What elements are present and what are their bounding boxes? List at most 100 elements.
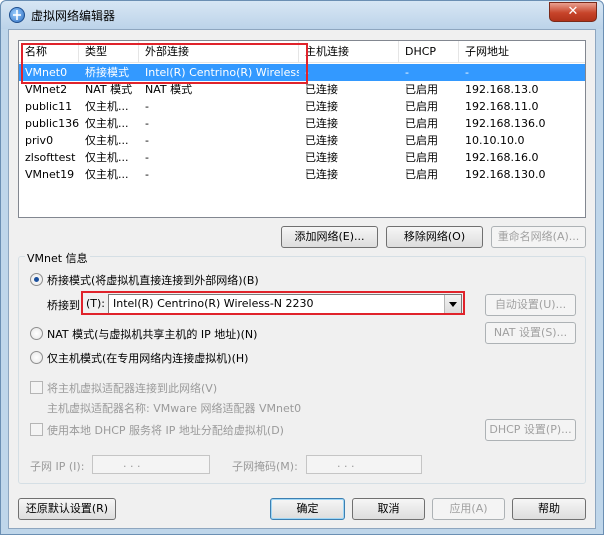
- vmnet-info-group-title: VMnet 信息: [25, 250, 90, 266]
- cell-type: NAT 模式: [85, 83, 133, 96]
- table-row[interactable]: priv0 仅主机... - 已连接 已启用 10.10.10.0: [19, 132, 585, 149]
- cell-subnet: 192.168.11.0: [465, 100, 539, 113]
- ok-button[interactable]: 确定: [270, 498, 345, 520]
- local-dhcp-label: 使用本地 DHCP 服务将 IP 地址分配给虚拟机(D): [47, 424, 284, 437]
- cell-external: -: [145, 151, 149, 164]
- cell-dhcp: 已启用: [405, 117, 438, 130]
- cell-dhcp: 已启用: [405, 100, 438, 113]
- cell-name: VMnet19: [25, 168, 75, 181]
- column-header-host[interactable]: 主机连接: [299, 41, 399, 63]
- table-row[interactable]: public136 仅主机... - 已连接 已启用 192.168.136.0: [19, 115, 585, 132]
- cell-subnet: 10.10.10.0: [465, 134, 525, 147]
- subnet-mask-input[interactable]: . . .: [306, 455, 422, 474]
- cell-external: Intel(R) Centrino(R) Wireless...: [145, 66, 299, 79]
- connect-host-adapter-checkbox[interactable]: [30, 381, 43, 394]
- apply-button[interactable]: 应用(A): [432, 498, 505, 520]
- cell-dhcp: 已启用: [405, 83, 438, 96]
- add-network-button[interactable]: 添加网络(E)...: [281, 226, 378, 248]
- restore-defaults-button[interactable]: 还原默认设置(R): [18, 498, 116, 520]
- ip-dots: . . .: [123, 457, 141, 470]
- window-title: 虚拟网络编辑器: [31, 9, 116, 23]
- cell-name: zlsofttest: [25, 151, 76, 164]
- cell-external: -: [145, 168, 149, 181]
- cell-subnet: 192.168.16.0: [465, 151, 539, 164]
- cell-external: -: [145, 117, 149, 130]
- host-only-radio[interactable]: [30, 351, 43, 364]
- host-only-label[interactable]: 仅主机模式(在专用网络内连接虚拟机)(H): [47, 350, 248, 366]
- bridged-mode-radio[interactable]: [30, 273, 43, 286]
- help-button[interactable]: 帮助: [512, 498, 586, 520]
- cell-external: -: [145, 134, 149, 147]
- cell-type: 仅主机...: [85, 100, 129, 113]
- cell-name: public11: [25, 100, 73, 113]
- rename-network-button[interactable]: 重命名网络(A)...: [491, 226, 586, 248]
- cell-external: -: [145, 100, 149, 113]
- bridged-adapter-value: Intel(R) Centrino(R) Wireless-N 2230: [113, 297, 314, 310]
- virtual-network-editor-window: 虚拟网络编辑器 ✕ 名称 类型 外部连接 主机连接 DHCP 子网地址 VMne…: [0, 0, 604, 535]
- cell-type: 仅主机...: [85, 151, 129, 164]
- cell-dhcp: 已启用: [405, 151, 438, 164]
- vmnet-info-group: [18, 256, 586, 484]
- network-list[interactable]: 名称 类型 外部连接 主机连接 DHCP 子网地址 VMnet0 桥接模式 In…: [18, 40, 586, 218]
- cell-host: 已连接: [305, 100, 338, 113]
- column-header-name[interactable]: 名称: [19, 41, 79, 63]
- cell-name: VMnet2: [25, 83, 68, 96]
- table-row[interactable]: zlsofttest 仅主机... - 已连接 已启用 192.168.16.0: [19, 149, 585, 166]
- list-header: 名称 类型 外部连接 主机连接 DHCP 子网地址: [19, 41, 585, 63]
- list-rows: VMnet0 桥接模式 Intel(R) Centrino(R) Wireles…: [19, 64, 585, 183]
- bridged-to-label: 桥接到: [47, 299, 80, 312]
- column-header-external[interactable]: 外部连接: [139, 41, 299, 63]
- subnet-ip-label: 子网 IP (I):: [30, 460, 85, 473]
- dhcp-settings-button[interactable]: DHCP 设置(P)...: [485, 419, 576, 441]
- local-dhcp-checkbox[interactable]: [30, 423, 43, 436]
- host-adapter-name-label: 主机虚拟适配器名称: VMware 网络适配器 VMnet0: [47, 402, 302, 415]
- table-row[interactable]: VMnet0 桥接模式 Intel(R) Centrino(R) Wireles…: [19, 64, 585, 81]
- column-header-dhcp[interactable]: DHCP: [399, 41, 459, 63]
- subnet-mask-label: 子网掩码(M):: [232, 460, 298, 473]
- cancel-button[interactable]: 取消: [352, 498, 425, 520]
- chevron-down-icon[interactable]: [444, 295, 461, 313]
- nat-mode-radio[interactable]: [30, 327, 43, 340]
- cell-dhcp: 已启用: [405, 168, 438, 181]
- bridged-to-accel-label: (T):: [86, 297, 106, 310]
- cell-host: -: [305, 66, 309, 79]
- cell-dhcp: -: [405, 66, 409, 79]
- bridged-adapter-dropdown[interactable]: Intel(R) Centrino(R) Wireless-N 2230: [108, 294, 462, 314]
- table-row[interactable]: VMnet2 NAT 模式 NAT 模式 已连接 已启用 192.168.13.…: [19, 81, 585, 98]
- dialog-client-area: 名称 类型 外部连接 主机连接 DHCP 子网地址 VMnet0 桥接模式 In…: [8, 29, 596, 529]
- bridged-mode-label[interactable]: 桥接模式(将虚拟机直接连接到外部网络)(B): [47, 272, 259, 288]
- cell-host: 已连接: [305, 168, 338, 181]
- cell-host: 已连接: [305, 83, 338, 96]
- cell-host: 已连接: [305, 117, 338, 130]
- cell-subnet: 192.168.13.0: [465, 83, 539, 96]
- cell-type: 仅主机...: [85, 117, 129, 130]
- table-row[interactable]: public11 仅主机... - 已连接 已启用 192.168.11.0: [19, 98, 585, 115]
- cell-type: 仅主机...: [85, 168, 129, 181]
- subnet-ip-input[interactable]: . . .: [92, 455, 210, 474]
- cell-host: 已连接: [305, 134, 338, 147]
- cell-dhcp: 已启用: [405, 134, 438, 147]
- cell-type: 仅主机...: [85, 134, 129, 147]
- remove-network-button[interactable]: 移除网络(O): [386, 226, 483, 248]
- cell-name: VMnet0: [25, 66, 68, 79]
- cell-subnet: 192.168.130.0: [465, 168, 546, 181]
- auto-settings-button[interactable]: 自动设置(U)...: [485, 294, 576, 316]
- cell-name: public136: [25, 117, 79, 130]
- cell-host: 已连接: [305, 151, 338, 164]
- cell-subnet: -: [465, 66, 469, 79]
- nat-settings-button[interactable]: NAT 设置(S)...: [485, 322, 576, 344]
- network-globe-icon: [9, 7, 25, 23]
- cell-type: 桥接模式: [85, 66, 129, 79]
- table-row[interactable]: VMnet19 仅主机... - 已连接 已启用 192.168.130.0: [19, 166, 585, 183]
- cell-name: priv0: [25, 134, 54, 147]
- cell-external: NAT 模式: [145, 83, 193, 96]
- ip-dots: . . .: [337, 457, 355, 470]
- close-icon: ✕: [567, 4, 579, 19]
- column-header-type[interactable]: 类型: [79, 41, 139, 63]
- connect-host-adapter-label: 将主机虚拟适配器连接到此网络(V): [47, 382, 218, 395]
- title-bar[interactable]: 虚拟网络编辑器 ✕: [1, 1, 603, 29]
- column-header-subnet[interactable]: 子网地址: [459, 41, 569, 63]
- close-button[interactable]: ✕: [549, 2, 597, 22]
- nat-mode-label[interactable]: NAT 模式(与虚拟机共享主机的 IP 地址)(N): [47, 326, 257, 342]
- cell-subnet: 192.168.136.0: [465, 117, 546, 130]
